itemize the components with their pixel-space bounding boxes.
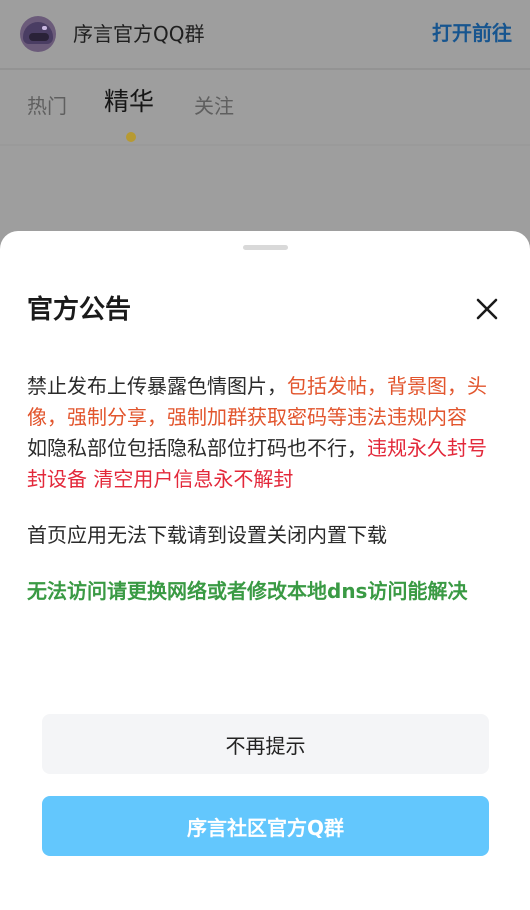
dont-show-again-button[interactable]: 不再提示 — [42, 714, 489, 774]
tabs-divider — [0, 144, 530, 146]
notice-text: 如隐私部位包括隐私部位打码也不行， — [27, 436, 367, 460]
notice-paragraph-1: 禁止发布上传暴露色情图片，包括发帖，背景图，头像，强制分享，强制加群获取密码等违… — [27, 371, 497, 433]
glint-shape — [42, 26, 47, 30]
dialog-title: 官方公告 — [27, 295, 132, 325]
announcement-sheet: 官方公告 禁止发布上传暴露色情图片，包括发帖，背景图，头像，强制分享，强制加群获… — [0, 231, 530, 910]
drag-handle[interactable] — [243, 245, 288, 250]
notice-paragraph-4: 无法访问请更换网络或者修改本地dns访问能解决 — [27, 579, 468, 603]
tab-bar: 热门 精华 关注 — [0, 70, 530, 144]
group-avatar[interactable] — [20, 16, 56, 52]
tab-following[interactable]: 关注 — [194, 92, 234, 120]
group-name[interactable]: 序言官方QQ群 — [73, 20, 204, 48]
active-tab-indicator — [126, 132, 136, 142]
notice-paragraph-2: 如隐私部位包括隐私部位打码也不行，违规永久封号封设备 清空用户信息永不解封 — [27, 433, 497, 495]
announcement-content: 禁止发布上传暴露色情图片，包括发帖，背景图，头像，强制分享，强制加群获取密码等违… — [27, 371, 497, 607]
close-icon[interactable] — [474, 296, 500, 322]
app-header: 序言官方QQ群 打开前往 — [0, 0, 530, 68]
open-button[interactable]: 打开前往 — [432, 19, 512, 47]
visor-shape — [29, 33, 49, 41]
tab-featured[interactable]: 精华 — [104, 88, 154, 116]
official-group-button[interactable]: 序言社区官方Q群 — [42, 796, 489, 856]
notice-text: 禁止发布上传暴露色情图片， — [27, 374, 287, 398]
tab-hot[interactable]: 热门 — [27, 92, 67, 120]
notice-paragraph-3: 首页应用无法下载请到设置关闭内置下载 — [27, 523, 387, 547]
